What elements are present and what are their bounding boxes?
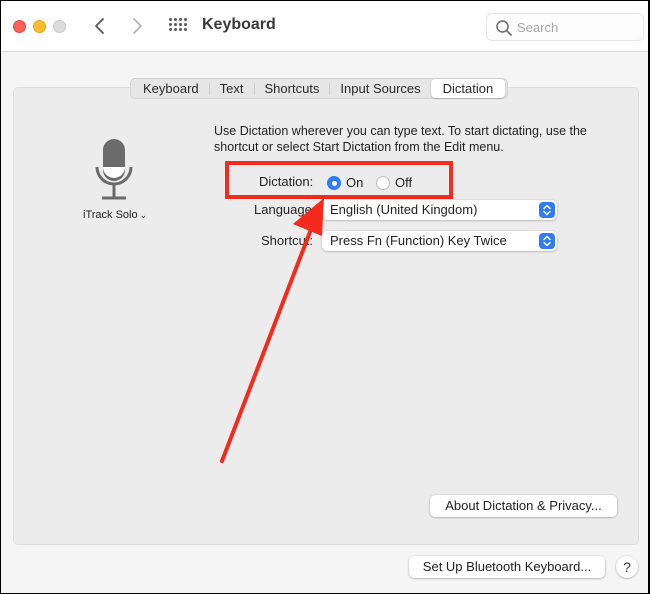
dictation-description: Use Dictation wherever you can type text… <box>214 124 587 154</box>
dictation-label: Dictation: <box>259 174 314 189</box>
dictation-off-label[interactable]: Off <box>395 175 412 190</box>
help-button[interactable]: ? <box>616 556 638 578</box>
tab-bar: Keyboard Text Shortcuts Input Sources Di… <box>130 78 509 99</box>
minimize-window-button[interactable] <box>33 20 46 33</box>
shortcut-value: Press Fn (Function) Key Twice <box>330 233 507 248</box>
dictation-off-radio[interactable] <box>376 176 390 190</box>
tab-dictation[interactable]: Dictation <box>430 79 506 98</box>
chevron-right-icon <box>133 18 142 34</box>
tab-input-sources[interactable]: Input Sources <box>330 79 430 98</box>
shortcut-label: Shortcut: <box>261 233 314 248</box>
chevron-left-icon <box>95 18 104 34</box>
about-dictation-privacy-button[interactable]: About Dictation & Privacy... <box>430 495 617 517</box>
language-value: English (United Kingdom) <box>330 202 478 217</box>
search-icon <box>496 20 512 36</box>
microphone-source-menu[interactable]: iTrack Solo ⌄ <box>83 209 147 221</box>
show-all-grid-icon[interactable] <box>169 18 187 32</box>
language-select[interactable]: English (United Kingdom) <box>322 200 557 220</box>
dictation-on-label[interactable]: On <box>346 175 363 190</box>
microphone-icon <box>95 139 133 200</box>
set-up-bluetooth-keyboard-button[interactable]: Set Up Bluetooth Keyboard... <box>409 556 605 578</box>
title-bar: Keyboard Search <box>1 1 648 52</box>
search-placeholder: Search <box>517 20 559 35</box>
window-title: Keyboard <box>202 16 276 33</box>
up-down-chevron-icon <box>539 233 555 249</box>
dictation-on-radio[interactable] <box>327 176 341 190</box>
microphone-source-label: iTrack Solo <box>83 209 138 221</box>
language-label: Language: <box>254 202 316 217</box>
close-window-button[interactable] <box>13 20 26 33</box>
zoom-window-button[interactable] <box>53 20 66 33</box>
search-field[interactable]: Search <box>486 13 644 41</box>
chevron-down-icon: ⌄ <box>139 210 148 220</box>
shortcut-select[interactable]: Press Fn (Function) Key Twice <box>322 231 557 251</box>
up-down-chevron-icon <box>539 202 555 218</box>
preferences-window: Keyboard Search Keyboard Text Shortcuts … <box>1 1 648 593</box>
forward-button[interactable] <box>127 15 147 37</box>
tab-keyboard[interactable]: Keyboard <box>133 79 209 98</box>
tab-text[interactable]: Text <box>210 79 254 98</box>
back-button[interactable] <box>90 15 110 37</box>
tab-shortcuts[interactable]: Shortcuts <box>255 79 330 98</box>
